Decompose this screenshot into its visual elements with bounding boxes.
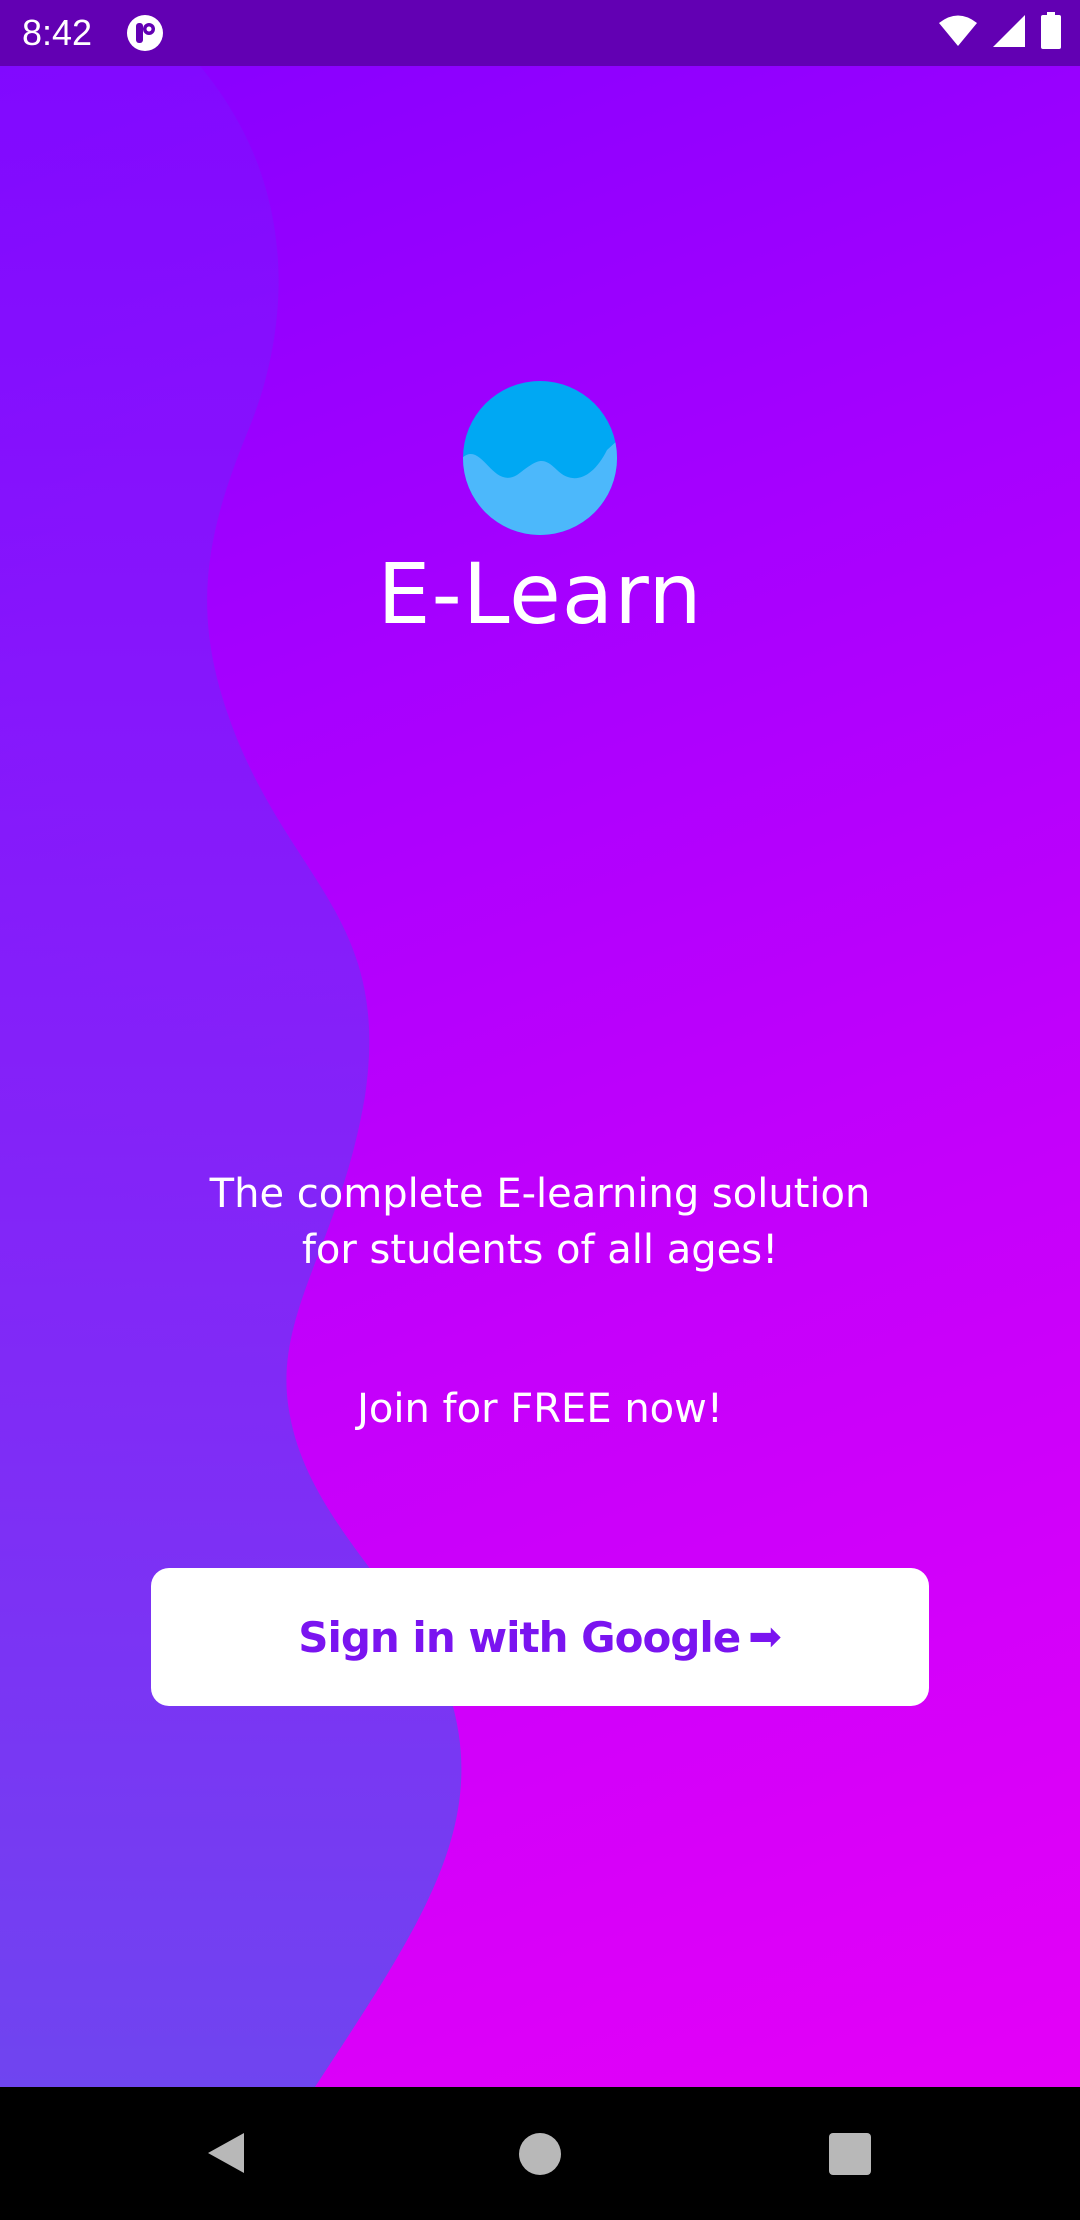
back-icon[interactable] xyxy=(204,2129,252,2177)
tagline-line-2: for students of all ages! xyxy=(301,1227,779,1273)
status-icons xyxy=(938,11,1062,55)
battery-icon xyxy=(1040,11,1062,55)
background-wave xyxy=(0,66,462,2087)
recents-icon[interactable] xyxy=(829,2133,871,2175)
main-background: E-Learn The complete E-learning solution… xyxy=(0,66,1080,2087)
tagline-line-1: The complete E-learning solution xyxy=(209,1171,871,1217)
app-name: E-Learn xyxy=(377,545,703,643)
status-time: 8:42 xyxy=(22,12,93,53)
sign-in-google-button[interactable]: Sign in with Google ➡ xyxy=(151,1568,929,1706)
arrow-right-icon: ➡ xyxy=(748,1614,782,1660)
navigation-bar xyxy=(0,2087,1080,2220)
home-icon[interactable] xyxy=(519,2133,561,2175)
notification-app-icon xyxy=(126,14,164,52)
sign-in-google-label: Sign in with Google xyxy=(298,1612,741,1662)
screen: 8:42 E-Learn The complete E-learning sol… xyxy=(0,0,1080,2220)
cell-signal-icon xyxy=(992,14,1026,53)
wifi-icon xyxy=(938,14,978,53)
wave-logo-icon xyxy=(462,380,618,536)
status-bar: 8:42 xyxy=(0,0,1080,66)
join-free-text: Join for FREE now! xyxy=(357,1386,723,1432)
